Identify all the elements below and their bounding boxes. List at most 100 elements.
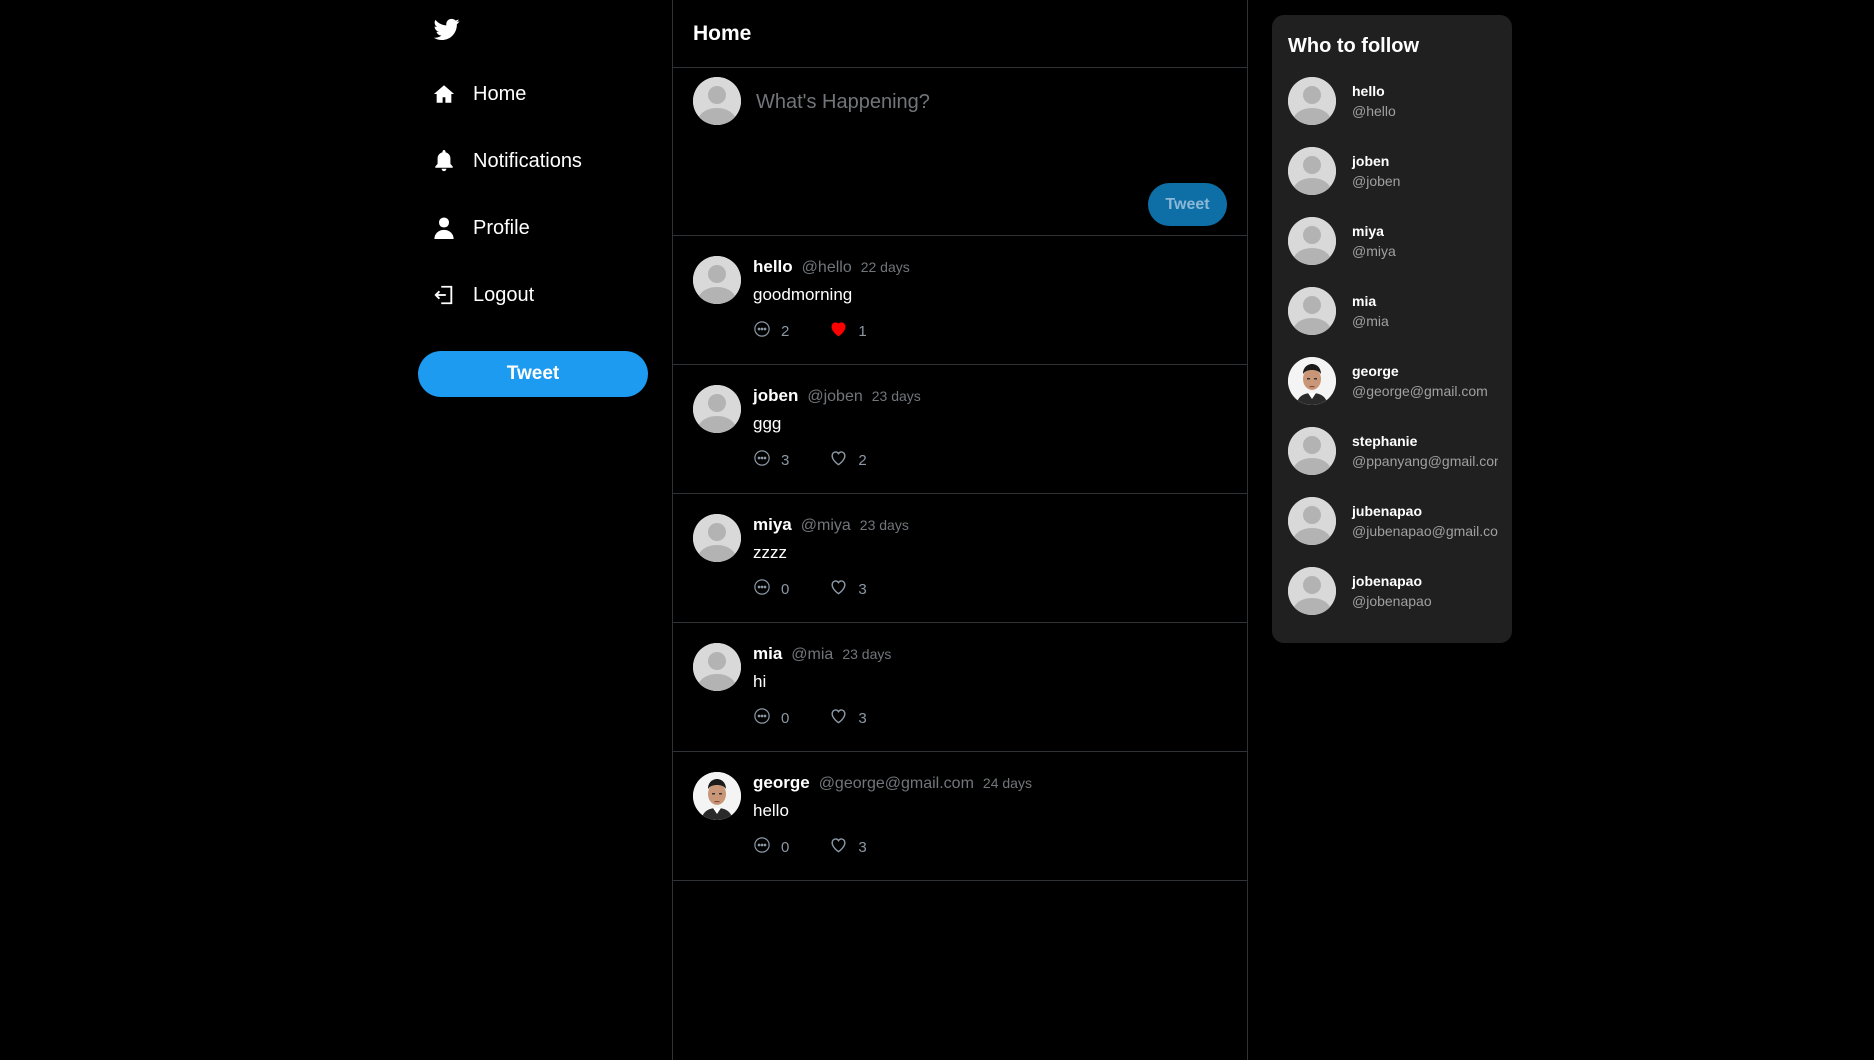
like-count: 3	[858, 838, 867, 856]
avatar	[693, 77, 741, 125]
main-feed: Home Tweet hello @hello 22 days goodmorning…	[672, 0, 1248, 1060]
who-to-follow-title: Who to follow	[1288, 35, 1420, 57]
nav-profile[interactable]: Profile	[432, 208, 530, 248]
reply-count: 3	[781, 451, 790, 469]
reply-count: 2	[781, 322, 790, 340]
follow-suggestion[interactable]: jobenapao @jobenapao	[1288, 567, 1508, 617]
post-author-name[interactable]: mia	[753, 644, 782, 664]
post-timestamp: 22 days	[860, 259, 910, 275]
post-text: hi	[753, 672, 767, 691]
follow-user-name[interactable]: jubenapao	[1352, 503, 1422, 519]
avatar[interactable]	[693, 643, 741, 691]
avatar[interactable]	[1288, 77, 1336, 125]
post-author-handle: @miya	[800, 517, 851, 534]
post-author-handle: @hello	[801, 259, 852, 276]
logout-icon	[432, 283, 456, 307]
nav-home[interactable]: Home	[432, 74, 526, 114]
follow-user-name[interactable]: jobenapao	[1352, 573, 1422, 589]
follow-user-name[interactable]: mia	[1352, 293, 1376, 309]
follow-user-name[interactable]: miya	[1352, 223, 1384, 239]
reply-count: 0	[781, 580, 790, 598]
like-button[interactable]: 1	[829, 319, 867, 343]
reply-button[interactable]: 0	[753, 836, 789, 859]
like-button[interactable]: 3	[829, 577, 867, 601]
follow-suggestion[interactable]: miya @miya	[1288, 217, 1508, 267]
heart-icon	[829, 577, 848, 601]
feed-header: Home	[673, 0, 1247, 68]
reply-button[interactable]: 3	[753, 449, 789, 472]
who-to-follow-panel: Who to follow hello @hello joben @joben miya…	[1272, 15, 1512, 643]
avatar[interactable]	[693, 514, 741, 562]
avatar[interactable]	[1288, 497, 1336, 545]
reply-button[interactable]: 0	[753, 707, 789, 730]
reply-count: 0	[781, 709, 790, 727]
like-count: 2	[858, 451, 867, 469]
home-icon	[432, 82, 456, 106]
avatar[interactable]	[693, 385, 741, 433]
follow-user-handle: @jobenapao	[1352, 593, 1432, 609]
sidebar-tweet-button[interactable]: Tweet	[418, 351, 648, 397]
post-actions: 03	[753, 706, 867, 730]
reply-icon	[753, 578, 771, 601]
compose-input[interactable]	[756, 82, 1216, 122]
reply-button[interactable]: 2	[753, 320, 789, 343]
follow-user-handle: @hello	[1352, 103, 1396, 119]
like-button[interactable]: 3	[829, 706, 867, 730]
post-item[interactable]: joben @joben 23 days ggg 3 2	[673, 365, 1247, 494]
avatar[interactable]	[1288, 567, 1336, 615]
avatar[interactable]	[1288, 147, 1336, 195]
reply-icon	[753, 449, 771, 472]
avatar[interactable]	[1288, 427, 1336, 475]
post-author-handle: @joben	[807, 388, 863, 405]
avatar[interactable]	[693, 772, 741, 820]
heart-icon	[829, 835, 848, 859]
nav-notifications[interactable]: Notifications	[432, 141, 582, 181]
avatar[interactable]	[693, 256, 741, 304]
person-icon	[432, 216, 456, 240]
post-author-name[interactable]: joben	[753, 386, 798, 406]
follow-suggestion[interactable]: stephanie @ppanyang@gmail.com	[1288, 427, 1508, 477]
nav-profile-label: Profile	[473, 216, 530, 239]
nav-notifications-label: Notifications	[473, 149, 582, 172]
post-timestamp: 23 days	[842, 646, 892, 662]
post-actions: 03	[753, 577, 867, 601]
compose-tweet-button[interactable]: Tweet	[1148, 183, 1227, 226]
post-actions: 32	[753, 448, 867, 472]
twitter-bird-icon[interactable]	[433, 16, 460, 42]
avatar[interactable]	[1288, 357, 1336, 405]
post-meta: george @george@gmail.com 24 days	[753, 773, 1032, 793]
follow-suggestion[interactable]: george @george@gmail.com	[1288, 357, 1508, 407]
follow-user-name[interactable]: george	[1352, 363, 1399, 379]
follow-suggestion[interactable]: joben @joben	[1288, 147, 1508, 197]
post-actions: 21	[753, 319, 867, 343]
reply-icon	[753, 320, 771, 343]
follow-user-handle: @joben	[1352, 173, 1401, 189]
reply-button[interactable]: 0	[753, 578, 789, 601]
post-author-name[interactable]: hello	[753, 257, 793, 277]
reply-icon	[753, 836, 771, 859]
avatar[interactable]	[1288, 217, 1336, 265]
nav-logout[interactable]: Logout	[432, 275, 534, 315]
post-item[interactable]: hello @hello 22 days goodmorning 2 1	[673, 236, 1247, 365]
follow-suggestion[interactable]: mia @mia	[1288, 287, 1508, 337]
like-count: 1	[858, 322, 867, 340]
like-button[interactable]: 2	[829, 448, 867, 472]
follow-user-handle: @mia	[1352, 313, 1389, 329]
follow-user-name[interactable]: hello	[1352, 83, 1385, 99]
follow-suggestion[interactable]: jubenapao @jubenapao@gmail.com	[1288, 497, 1508, 547]
post-author-name[interactable]: george	[753, 773, 810, 793]
follow-user-name[interactable]: joben	[1352, 153, 1389, 169]
follow-user-name[interactable]: stephanie	[1352, 433, 1417, 449]
post-item[interactable]: miya @miya 23 days zzzz 0 3	[673, 494, 1247, 623]
follow-user-handle: @jubenapao@gmail.com	[1352, 523, 1498, 539]
post-item[interactable]: george @george@gmail.com 24 days hello 0 3	[673, 752, 1247, 881]
post-author-name[interactable]: miya	[753, 515, 792, 535]
post-item[interactable]: mia @mia 23 days hi 0 3	[673, 623, 1247, 752]
heart-icon	[829, 448, 848, 472]
post-timestamp: 23 days	[859, 517, 909, 533]
post-timestamp: 23 days	[871, 388, 921, 404]
like-count: 3	[858, 709, 867, 727]
like-button[interactable]: 3	[829, 835, 867, 859]
follow-suggestion[interactable]: hello @hello	[1288, 77, 1508, 127]
avatar[interactable]	[1288, 287, 1336, 335]
